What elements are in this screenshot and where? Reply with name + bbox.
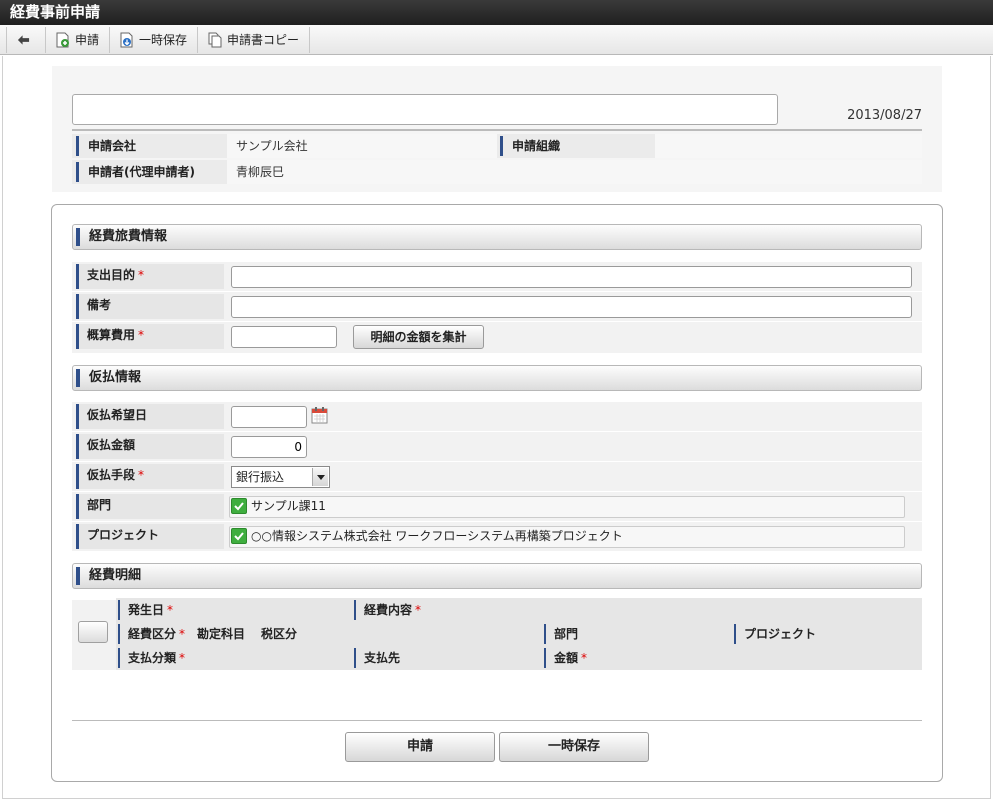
chevron-down-icon — [312, 468, 328, 486]
project-label: プロジェクト — [76, 524, 224, 549]
advance-date-input[interactable] — [231, 406, 307, 428]
occur-date-label: 発生日 * — [118, 600, 173, 620]
org-label: 申請組織 — [500, 136, 560, 156]
advance-date-label: 仮払希望日 — [76, 404, 224, 429]
window-title: 経費事前申請 — [0, 0, 993, 25]
advance-amount-input[interactable] — [231, 436, 307, 458]
detail-amount-label: 金額 * — [544, 648, 587, 668]
footer-divider — [72, 720, 922, 721]
dept-value: サンプル課11 — [251, 499, 326, 513]
toolbar: 申請 一時保存 申請書コピー — [0, 25, 993, 55]
document-add-icon — [56, 32, 69, 47]
application-date: 2013/08/27 — [847, 108, 922, 123]
back-arrow-icon — [17, 34, 30, 45]
advance-amount-label: 仮払金額 — [76, 434, 224, 459]
detail-header: 経費明細 — [72, 563, 922, 589]
detail-select-button[interactable] — [78, 621, 108, 643]
category-label: 経費区分 * 勘定科目 税区分 — [118, 624, 297, 644]
title-input[interactable] — [72, 94, 778, 125]
detail-header-row-1: 発生日 * 経費内容 * — [116, 598, 922, 622]
applicant-value: 青柳辰巳 — [236, 165, 285, 179]
advance-method-label: 仮払手段 * — [76, 464, 224, 489]
detail-select-cell — [72, 600, 116, 670]
apply-button[interactable]: 申請 — [46, 26, 111, 53]
apply-submit-button[interactable]: 申請 — [345, 732, 495, 762]
temp-save-button[interactable]: 一時保存 — [110, 26, 199, 53]
payee-label: 支払先 — [354, 648, 400, 668]
payment-type-label: 支払分類 * — [118, 648, 185, 668]
company-row: 申請会社 サンプル会社 申請組織 — [72, 134, 922, 158]
header-divider — [72, 129, 922, 131]
apply-label: 申請 — [75, 33, 100, 47]
detail-project-label: プロジェクト — [734, 624, 816, 644]
company-value: サンプル会社 — [236, 139, 308, 153]
calendar-icon[interactable] — [311, 407, 328, 424]
copy-icon — [208, 32, 222, 47]
detail-header-row-3: 支払分類 * 支払先 金額 * — [116, 646, 922, 670]
advance-info-header: 仮払情報 — [72, 365, 922, 391]
project-checkbox[interactable] — [231, 528, 247, 544]
advance-method-select[interactable]: 銀行振込 — [231, 466, 330, 488]
temp-save-submit-button[interactable]: 一時保存 — [499, 732, 649, 762]
remarks-row: 備考 — [72, 292, 922, 321]
remarks-input[interactable] — [231, 296, 912, 318]
dept-checkbox[interactable] — [231, 498, 247, 514]
applicant-row: 申請者(代理申請者) 青柳辰巳 — [72, 160, 922, 184]
estimate-label: 概算費用 * — [76, 324, 224, 349]
copy-label: 申請書コピー — [227, 33, 300, 47]
check-icon — [234, 502, 244, 511]
advance-method-value: 銀行振込 — [236, 470, 285, 484]
dept-chip — [229, 496, 905, 518]
purpose-input[interactable] — [231, 266, 912, 288]
detail-header-row-2: 経費区分 * 勘定科目 税区分 部門 プロジェクト — [116, 622, 922, 646]
content-label: 経費内容 * — [354, 600, 421, 620]
check-icon — [234, 532, 244, 541]
expense-info-header: 経費旅費情報 — [72, 224, 922, 250]
estimate-input[interactable] — [231, 326, 337, 348]
advance-amount-row: 仮払金額 — [72, 432, 922, 461]
advance-method-row: 仮払手段 * 銀行振込 — [72, 462, 922, 491]
purpose-row: 支出目的 * — [72, 262, 922, 291]
advance-date-row: 仮払希望日 — [72, 402, 922, 431]
company-label: 申請会社 — [76, 136, 136, 156]
project-value: ○○情報システム株式会社 ワークフローシステム再構築プロジェクト — [251, 529, 623, 543]
back-button[interactable] — [6, 26, 46, 53]
detail-dept-label: 部門 — [544, 624, 578, 644]
save-icon — [120, 32, 133, 47]
sum-detail-button[interactable]: 明細の金額を集計 — [353, 325, 484, 349]
estimate-row: 概算費用 * 明細の金額を集計 — [72, 322, 922, 353]
purpose-label: 支出目的 * — [76, 264, 224, 289]
remarks-label: 備考 — [76, 294, 224, 319]
copy-application-button[interactable]: 申請書コピー — [198, 26, 311, 53]
project-row: プロジェクト ○○情報システム株式会社 ワークフローシステム再構築プロジェクト — [72, 522, 922, 551]
applicant-label: 申請者(代理申請者) — [76, 162, 195, 182]
temp-save-label: 一時保存 — [139, 33, 188, 47]
dept-row: 部門 サンプル課11 — [72, 492, 922, 521]
dept-label: 部門 — [76, 494, 224, 519]
